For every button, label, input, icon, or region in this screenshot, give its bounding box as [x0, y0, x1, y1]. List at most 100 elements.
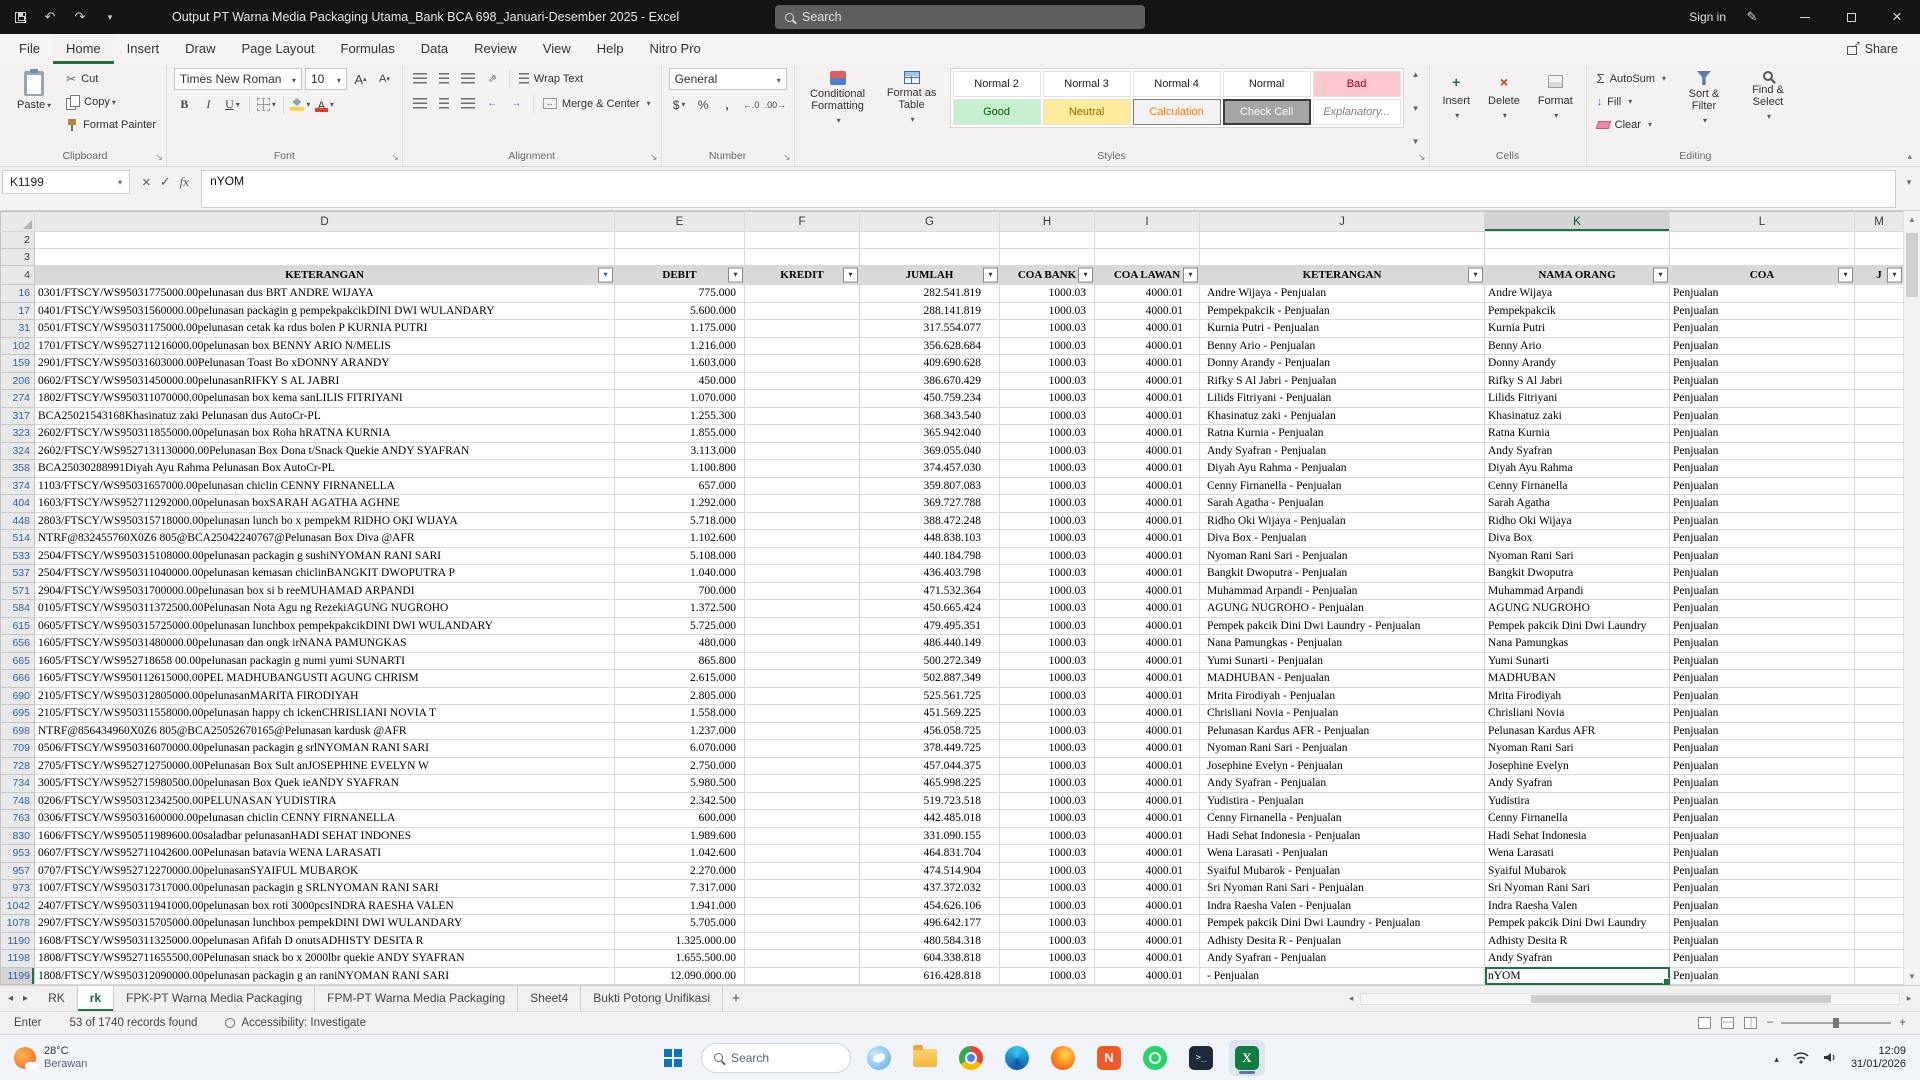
cell[interactable]: 1.175.000 — [615, 320, 745, 338]
vertical-scroll-thumb[interactable] — [1906, 233, 1918, 297]
cell[interactable]: Ridho Oki Wijaya — [1485, 512, 1670, 530]
cell[interactable]: 1808/FTSCY/WS952711655500.00Pelunasan sn… — [35, 950, 615, 968]
font-dialog-launcher-icon[interactable] — [391, 152, 399, 163]
titlebar-search[interactable]: Search — [775, 5, 1145, 29]
cell[interactable]: Sarah Agatha — [1485, 495, 1670, 513]
cell[interactable]: 1000.03 — [1000, 477, 1095, 495]
row-header-1042[interactable]: 1042 — [1, 897, 35, 915]
bottom-align-icon[interactable] — [458, 68, 479, 89]
sheet-nav-left-icon[interactable]: ◂ — [8, 993, 13, 1004]
delete-cells-button[interactable]: Delete — [1482, 68, 1526, 125]
cell[interactable]: Penjualan — [1670, 390, 1855, 408]
cell[interactable]: AGUNG NUGROHO — [1485, 600, 1670, 618]
paste-button[interactable]: Paste — [11, 68, 57, 115]
cell[interactable]: 6.070.000 — [615, 740, 745, 758]
header-cell-debit[interactable]: DEBIT▾ — [615, 266, 745, 285]
cell[interactable] — [1855, 355, 1904, 373]
cell[interactable]: 1.292.000 — [615, 495, 745, 513]
cell[interactable]: Andy Syafran — [1485, 775, 1670, 793]
cell[interactable]: 369.055.040 — [860, 442, 1000, 460]
cell[interactable] — [745, 565, 860, 583]
row-header-748[interactable]: 748 — [1, 792, 35, 810]
cell[interactable]: Bangkit Dwoputra — [1485, 565, 1670, 583]
cell[interactable]: Penjualan — [1670, 950, 1855, 968]
tab-page-layout[interactable]: Page Layout — [229, 34, 328, 64]
increase-indent-icon[interactable] — [506, 93, 527, 114]
confirm-entry-icon[interactable] — [160, 174, 171, 190]
cell[interactable] — [35, 232, 615, 249]
cell[interactable]: 4000.01 — [1095, 775, 1200, 793]
cell[interactable]: Andy Syafran — [1485, 950, 1670, 968]
cell[interactable] — [1485, 249, 1670, 266]
cell[interactable]: Khasinatuz zaki - Penjualan — [1200, 407, 1485, 425]
cell[interactable]: 1808/FTSCY/WS950312090000.00pelunasan pa… — [35, 967, 615, 985]
cell[interactable]: 1000.03 — [1000, 687, 1095, 705]
cell[interactable] — [860, 249, 1000, 266]
chrome-icon[interactable] — [953, 1040, 989, 1076]
cell[interactable]: AGUNG NUGROHO - Penjualan — [1200, 600, 1485, 618]
row-header-734[interactable]: 734 — [1, 775, 35, 793]
cell[interactable]: Indra Raesha Valen - Penjualan — [1200, 897, 1485, 915]
percent-style-icon[interactable] — [693, 94, 714, 115]
tab-help[interactable]: Help — [584, 34, 637, 64]
cell[interactable]: 451.569.225 — [860, 705, 1000, 723]
cell[interactable]: 4000.01 — [1095, 285, 1200, 303]
header-cell-jumlah[interactable]: JUMLAH▾ — [860, 266, 1000, 285]
cell[interactable]: 1.655.500.00 — [615, 950, 745, 968]
cell[interactable]: 1000.03 — [1000, 652, 1095, 670]
cell[interactable]: 4000.01 — [1095, 705, 1200, 723]
normal-view-icon[interactable] — [1698, 1017, 1711, 1029]
cell[interactable]: 0605/FTSCY/WS950315725000.00pelunasan lu… — [35, 617, 615, 635]
cell[interactable]: 388.472.248 — [860, 512, 1000, 530]
cell[interactable]: 4000.01 — [1095, 950, 1200, 968]
cell[interactable]: MADHUBAN - Penjualan — [1200, 670, 1485, 688]
header-cell-coa[interactable]: COA▾ — [1670, 266, 1855, 285]
cell[interactable]: Andy Syafran - Penjualan — [1200, 775, 1485, 793]
cell[interactable]: Diva Box — [1485, 530, 1670, 548]
firefox-icon[interactable] — [1045, 1040, 1081, 1076]
tab-data[interactable]: Data — [408, 34, 461, 64]
cell[interactable]: 0206/FTSCY/WS950312342500.00PELUNASAN YU… — [35, 792, 615, 810]
cell[interactable]: Ridho Oki Wijaya - Penjualan — [1200, 512, 1485, 530]
wrap-text-button[interactable]: Wrap Text — [516, 68, 586, 89]
cell[interactable]: Pelunasan Kardus AFR - Penjualan — [1200, 722, 1485, 740]
cell[interactable]: 1000.03 — [1000, 950, 1095, 968]
cell[interactable] — [745, 442, 860, 460]
row-header-763[interactable]: 763 — [1, 810, 35, 828]
scroll-right-icon[interactable]: ▸ — [1900, 993, 1918, 1004]
start-button[interactable] — [655, 1040, 691, 1076]
cell[interactable] — [745, 897, 860, 915]
cell[interactable]: Benny Ario - Penjualan — [1200, 337, 1485, 355]
cell[interactable]: Pempek pakcik Dini Dwi Laundry - Penjual… — [1200, 915, 1485, 933]
row-header-533[interactable]: 533 — [1, 547, 35, 565]
copy-button[interactable]: Copy — [63, 91, 159, 112]
cell[interactable]: 1.989.600 — [615, 827, 745, 845]
cell[interactable] — [1855, 740, 1904, 758]
cell[interactable]: 604.338.818 — [860, 950, 1000, 968]
cell[interactable]: 0607/FTSCY/WS952711042600.00Pelunasan ba… — [35, 845, 615, 863]
cell[interactable]: Andy Syafran - Penjualan — [1200, 442, 1485, 460]
header-cell-keterangan[interactable]: KETERANGAN▾ — [1200, 266, 1485, 285]
name-box[interactable]: K1199 — [2, 170, 130, 194]
cell[interactable]: 0301/FTSCY/WS95031775000.00pelunasan dus… — [35, 285, 615, 303]
cell[interactable]: 4000.01 — [1095, 547, 1200, 565]
autosum-button[interactable]: AutoSum — [1594, 68, 1669, 89]
cell[interactable]: Josephine Evelyn - Penjualan — [1200, 757, 1485, 775]
cell[interactable]: 1.255.300 — [615, 407, 745, 425]
cell[interactable]: 4000.01 — [1095, 810, 1200, 828]
cell[interactable]: Yudistira - Penjualan — [1200, 792, 1485, 810]
cell[interactable] — [615, 249, 745, 266]
style-normal[interactable]: Normal — [1223, 71, 1311, 97]
sheet-tab-rk[interactable]: rk — [78, 986, 114, 1011]
row-header-4[interactable]: 4 — [1, 266, 35, 285]
cell[interactable]: 775.000 — [615, 285, 745, 303]
cell[interactable]: Diyah Ayu Rahma — [1485, 460, 1670, 478]
sheet-tab-fpk-pt-warna-media-packaging[interactable]: FPK-PT Warna Media Packaging — [114, 986, 315, 1011]
font-color-button[interactable] — [314, 94, 335, 115]
row-header-514[interactable]: 514 — [1, 530, 35, 548]
cell[interactable]: Penjualan — [1670, 687, 1855, 705]
align-center-icon[interactable] — [434, 93, 455, 114]
cell[interactable] — [1855, 302, 1904, 320]
cell[interactable] — [1855, 915, 1904, 933]
cell[interactable]: 496.642.177 — [860, 915, 1000, 933]
